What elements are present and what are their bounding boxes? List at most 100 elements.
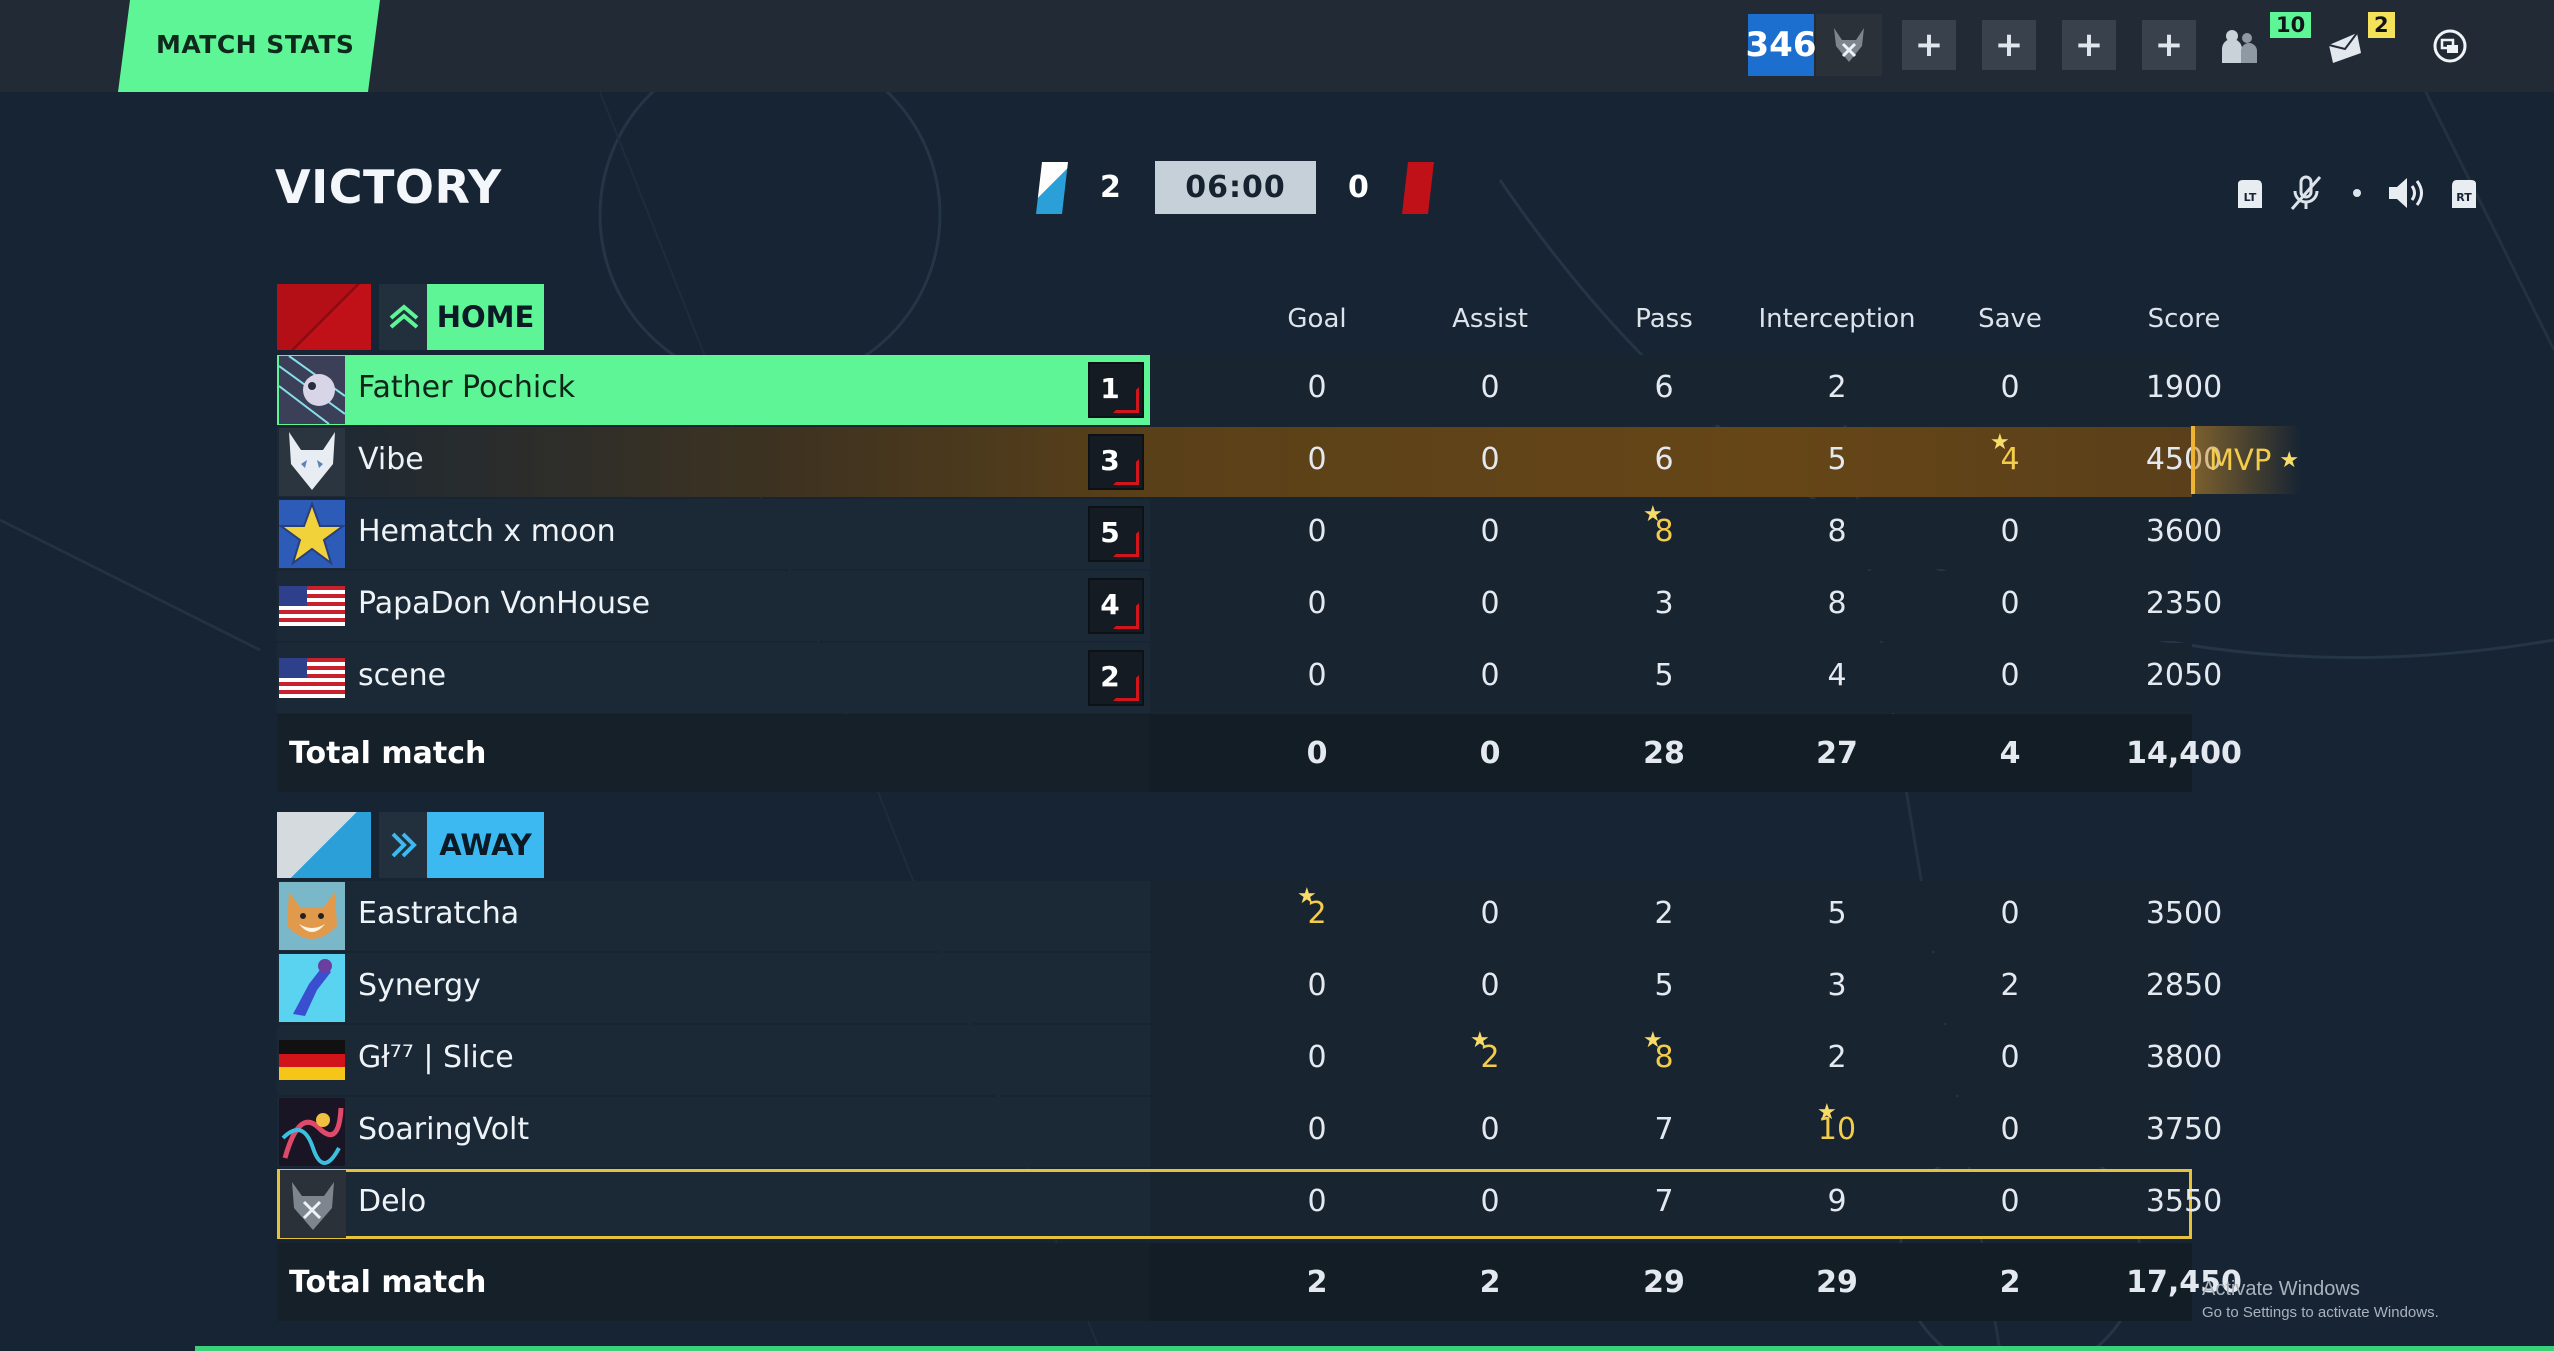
stat-goal: 0	[1307, 658, 1327, 693]
player-avatar	[279, 1098, 345, 1166]
stat-pass: 7	[1654, 1112, 1674, 1147]
lt-icon[interactable]: LT	[2232, 176, 2268, 212]
table-row[interactable]: PapaDon VonHouse 4 0 0 3 8 0 2350	[277, 571, 2222, 641]
stat-pass: 6	[1654, 370, 1674, 405]
stat-assist: 0	[1480, 1184, 1500, 1219]
table-row-self[interactable]: Delo 0 0 7 9 0 3550	[277, 1169, 2222, 1239]
stat-goal: 0	[1307, 1112, 1327, 1147]
stat-save: 0	[2000, 658, 2020, 693]
volume-icon[interactable]	[2384, 172, 2428, 214]
player-avatar	[279, 500, 345, 568]
star-icon: ★	[1990, 430, 2010, 455]
stat-assist: 0	[1480, 514, 1500, 549]
player-name: scene	[358, 658, 447, 693]
player-rank-badge: 3	[1088, 434, 1144, 490]
total-pass: 28	[1643, 736, 1685, 771]
us-flag-avatar	[279, 572, 345, 640]
total-save: 4	[1999, 736, 2021, 771]
away-team-flag	[277, 812, 371, 878]
stat-interception: 10	[1817, 1112, 1857, 1147]
away-total-row: Total match 2 2 29 29 2 17,450	[277, 1243, 2242, 1321]
stat-save: 2	[2000, 968, 2020, 1003]
player-name: Delo	[358, 1184, 427, 1219]
table-row[interactable]: Eastratcha 2 ★ 0 2 5 0 3500	[277, 881, 2222, 951]
stat-score: 3600	[2145, 514, 2223, 549]
stat-score: 3500	[2145, 896, 2223, 931]
player-avatar	[279, 356, 345, 424]
star-icon: ★	[1643, 1028, 1663, 1053]
mute-avatar-icon	[280, 1170, 346, 1238]
column-goal: Goal	[1287, 304, 1347, 334]
player-level[interactable]: 346	[1746, 14, 1817, 76]
table-row[interactable]: SoaringVolt 0 0 7 10 ★ 0 3750	[277, 1097, 2222, 1167]
stat-assist: 0	[1480, 442, 1500, 477]
stat-save: 0	[2000, 1112, 2020, 1147]
stat-assist: 0	[1480, 968, 1500, 1003]
player-name: Synergy	[358, 968, 481, 1003]
player-rank-badge: 5	[1088, 506, 1144, 562]
table-row[interactable]: Gł⁷⁷ | Slice 0 2 ★ 8 ★ 2 0 3800	[277, 1025, 2222, 1095]
total-pass: 29	[1643, 1265, 1685, 1300]
svg-text:LT: LT	[2244, 191, 2257, 204]
star-icon: ★	[1297, 884, 1317, 909]
menu-icon[interactable]	[2430, 26, 2470, 66]
stat-score: 3800	[2145, 1040, 2223, 1075]
stat-score: 3550	[2145, 1184, 2223, 1219]
away-team-header: AWAY	[277, 812, 2192, 878]
table-row[interactable]: Vibe 3 0 0 6 5 4 ★ 4500	[277, 427, 2222, 497]
stat-goal: 0	[1307, 968, 1327, 1003]
star-icon: ★	[1643, 502, 1663, 527]
add-party-slot-1-button[interactable]: +	[1902, 20, 1956, 70]
tab-match-stats-label: MATCH STATS	[156, 30, 355, 59]
total-goal: 0	[1306, 736, 1328, 771]
mail-icon[interactable]	[2322, 24, 2368, 70]
mute-avatar-icon[interactable]	[1816, 14, 1882, 76]
stat-assist: 0	[1480, 658, 1500, 693]
table-row[interactable]: scene 2 0 0 5 4 0 2050	[277, 643, 2222, 713]
stat-assist: 0	[1480, 896, 1500, 931]
table-row[interactable]: Hematch x moon 5 0 0 8 ★ 8 0 3600	[277, 499, 2222, 569]
star-icon: ★	[1817, 1100, 1837, 1125]
stat-pass: 8	[1654, 514, 1674, 549]
home-score: 2	[1100, 170, 1121, 205]
mvp-label: MVP	[2209, 443, 2272, 477]
player-name: Gł⁷⁷ | Slice	[358, 1040, 514, 1075]
table-row[interactable]: Father Pochick 1 0 0 6 2 0 1900	[277, 355, 2222, 425]
stat-save: 0	[2000, 514, 2020, 549]
friends-icon[interactable]	[2216, 22, 2262, 68]
stat-pass: 5	[1654, 658, 1674, 693]
player-name: Father Pochick	[358, 370, 576, 405]
stat-interception: 2	[1827, 1040, 1847, 1075]
stat-goal: 0	[1307, 370, 1327, 405]
away-team-label: AWAY	[427, 812, 544, 878]
player-name: SoaringVolt	[358, 1112, 530, 1147]
player-rank-badge: 2	[1088, 650, 1144, 706]
stat-pass: 2	[1654, 896, 1674, 931]
us-flag-avatar	[279, 644, 345, 712]
stat-save: 0	[2000, 370, 2020, 405]
add-party-slot-4-button[interactable]: +	[2142, 20, 2196, 70]
stat-goal: 0	[1307, 1184, 1327, 1219]
stat-save: 4	[2000, 442, 2020, 477]
stat-goal: 0	[1307, 442, 1327, 477]
table-row[interactable]: Synergy 0 0 5 3 2 2850	[277, 953, 2222, 1023]
add-party-slot-2-button[interactable]: +	[1982, 20, 2036, 70]
column-interception: Interception	[1758, 304, 1916, 334]
rt-icon[interactable]: RT	[2446, 176, 2482, 212]
total-save: 2	[1999, 1265, 2021, 1300]
total-interception: 29	[1816, 1265, 1858, 1300]
tab-match-stats[interactable]: MATCH STATS	[118, 0, 380, 92]
add-party-slot-3-button[interactable]: +	[2062, 20, 2116, 70]
mic-muted-icon[interactable]	[2286, 172, 2326, 214]
stat-save: 0	[2000, 896, 2020, 931]
total-assist: 0	[1479, 736, 1501, 771]
stat-interception: 3	[1827, 968, 1847, 1003]
stat-goal: 0	[1307, 514, 1327, 549]
away-team-flag-small	[1402, 162, 1434, 214]
player-name: Eastratcha	[358, 896, 520, 931]
column-save: Save	[1978, 304, 2042, 334]
bottom-accent-line	[195, 1346, 2554, 1351]
total-score: 14,400	[2126, 736, 2242, 771]
stat-pass: 3	[1654, 586, 1674, 621]
stat-interception: 8	[1827, 514, 1847, 549]
